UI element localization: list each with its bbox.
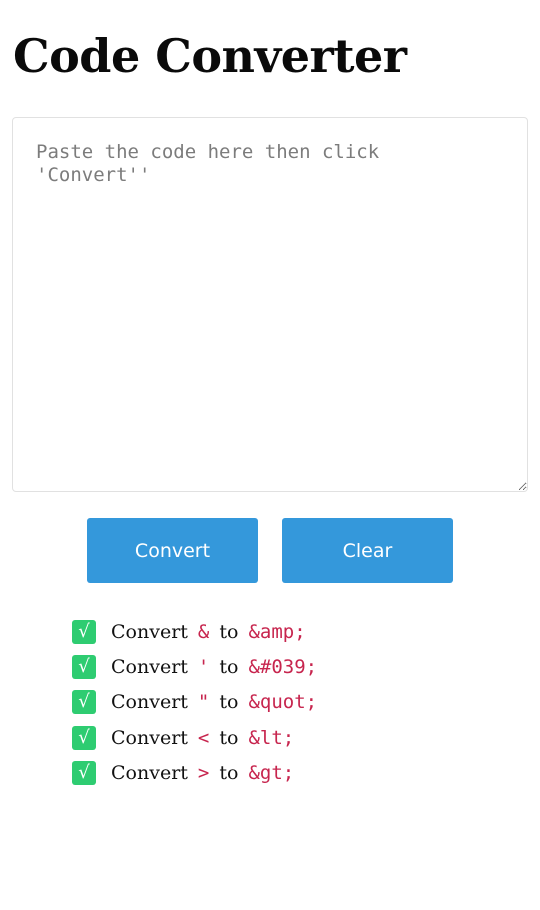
rule-from-char: ': [197, 655, 210, 678]
rule-to-label: to: [219, 726, 239, 749]
conversion-rules-list: √ Convert & to &amp; √ Convert ' to &#03…: [72, 614, 317, 790]
rule-to-entity: &quot;: [248, 691, 318, 714]
convert-button[interactable]: Convert: [87, 518, 258, 583]
list-item: √ Convert < to &lt;: [72, 720, 317, 755]
checkmark-icon: √: [72, 654, 96, 679]
rule-to-label: to: [219, 620, 239, 643]
rule-to-label: to: [219, 761, 239, 784]
rule-from-char: <: [197, 726, 210, 749]
rule-from-char: ": [197, 691, 210, 714]
code-input[interactable]: [12, 117, 528, 492]
rule-label: Convert: [111, 761, 188, 784]
list-item: √ Convert " to &quot;: [72, 685, 317, 720]
rule-to-label: to: [219, 655, 239, 678]
rule-label: Convert: [111, 620, 188, 643]
page-title: Code Converter: [13, 29, 407, 83]
checkmark-icon: √: [72, 725, 96, 750]
list-item: √ Convert ' to &#039;: [72, 649, 317, 684]
rule-to-entity: &#039;: [248, 655, 318, 678]
rule-to-entity: &lt;: [248, 726, 295, 749]
rule-from-char: &: [197, 620, 210, 643]
list-item: √ Convert & to &amp;: [72, 614, 317, 649]
rule-to-entity: &amp;: [248, 620, 306, 643]
checkmark-icon: √: [72, 760, 96, 785]
rule-label: Convert: [111, 655, 188, 678]
checkmark-icon: √: [72, 619, 96, 644]
rule-label: Convert: [111, 726, 188, 749]
rule-to-entity: &gt;: [248, 761, 295, 784]
rule-from-char: >: [197, 761, 210, 784]
checkmark-icon: √: [72, 690, 96, 715]
list-item: √ Convert > to &gt;: [72, 755, 317, 790]
clear-button[interactable]: Clear: [282, 518, 453, 583]
rule-label: Convert: [111, 691, 188, 714]
rule-to-label: to: [219, 691, 239, 714]
